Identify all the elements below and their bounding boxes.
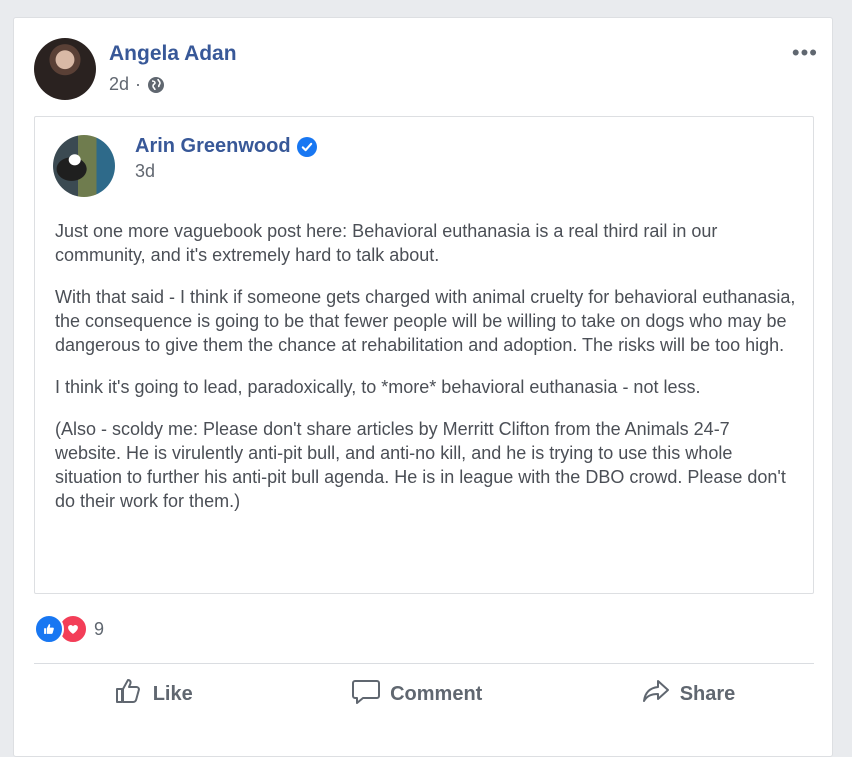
like-reaction-icon: [34, 614, 64, 644]
shared-author-name[interactable]: Arin Greenwood: [135, 135, 291, 158]
more-options-icon[interactable]: •••: [792, 40, 818, 66]
share-button[interactable]: Share: [640, 675, 736, 713]
divider: [34, 663, 814, 664]
comment-bubble-icon: [350, 675, 382, 713]
post-meta: 2d ·: [109, 74, 165, 95]
post-time[interactable]: 2d: [109, 74, 129, 95]
shared-author-row: Arin Greenwood: [135, 135, 317, 158]
globe-icon[interactable]: [147, 76, 165, 94]
feed-post: Angela Adan 2d · ••• Arin Greenwood 3d J…: [13, 17, 833, 757]
comment-button[interactable]: Comment: [350, 675, 482, 713]
shared-post-time[interactable]: 3d: [135, 161, 155, 182]
paragraph: (Also - scoldy me: Please don't share ar…: [55, 419, 786, 511]
thumbs-up-icon: [113, 675, 145, 713]
shared-post: Arin Greenwood 3d Just one more vagueboo…: [34, 116, 814, 594]
like-button[interactable]: Like: [113, 675, 193, 713]
paragraph: With that said - I think if someone gets…: [55, 287, 796, 355]
meta-separator: ·: [135, 74, 142, 94]
verified-badge-icon: [296, 136, 317, 157]
share-label: Share: [679, 682, 736, 705]
author-avatar[interactable]: [34, 38, 96, 100]
action-bar: Like Comment Share: [34, 670, 814, 718]
reaction-count[interactable]: 9: [94, 619, 104, 640]
paragraph: I think it's going to lead, paradoxicall…: [55, 377, 701, 397]
comment-label: Comment: [390, 682, 483, 705]
like-label: Like: [152, 682, 193, 705]
shared-author-avatar[interactable]: [53, 135, 115, 197]
share-arrow-icon: [640, 675, 672, 713]
paragraph: Just one more vaguebook post here: Behav…: [55, 221, 718, 265]
reactions-summary[interactable]: 9: [34, 614, 104, 644]
author-name[interactable]: Angela Adan: [109, 42, 237, 66]
shared-post-text: Just one more vaguebook post here: Behav…: [55, 219, 797, 531]
